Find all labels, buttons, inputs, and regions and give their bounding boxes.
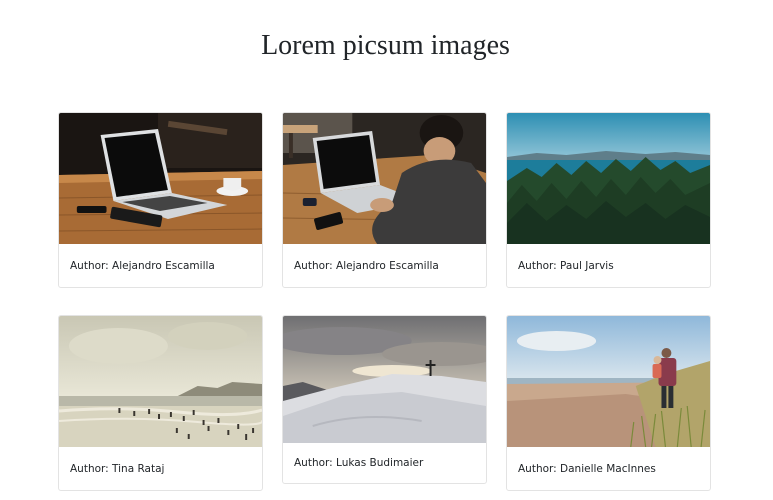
author-caption: Author: Danielle MacInnes bbox=[518, 462, 656, 475]
image-card[interactable]: Author: Tina Rataj bbox=[58, 315, 263, 491]
author-caption: Author: Alejandro Escamilla bbox=[294, 259, 439, 272]
image-card[interactable]: Author: Danielle MacInnes bbox=[506, 315, 711, 491]
image-card[interactable]: Author: Paul Jarvis bbox=[506, 112, 711, 288]
card-image[interactable] bbox=[59, 113, 262, 244]
card-image[interactable] bbox=[507, 316, 710, 447]
image-card[interactable]: Author: Alejandro Escamilla bbox=[282, 112, 487, 288]
author-caption: Author: Lukas Budimaier bbox=[294, 457, 424, 469]
image-card[interactable]: Author: Alejandro Escamilla bbox=[58, 112, 263, 288]
author-caption: Author: Alejandro Escamilla bbox=[70, 259, 215, 272]
image-card[interactable]: Author: Lukas Budimaier bbox=[282, 315, 487, 484]
card-image[interactable] bbox=[283, 316, 486, 443]
card-image[interactable] bbox=[507, 113, 710, 244]
card-image[interactable] bbox=[283, 113, 486, 244]
card-image[interactable] bbox=[59, 316, 262, 447]
author-caption: Author: Tina Rataj bbox=[70, 462, 165, 475]
page-title: Lorem picsum images bbox=[261, 30, 510, 61]
author-caption: Author: Paul Jarvis bbox=[518, 259, 614, 272]
